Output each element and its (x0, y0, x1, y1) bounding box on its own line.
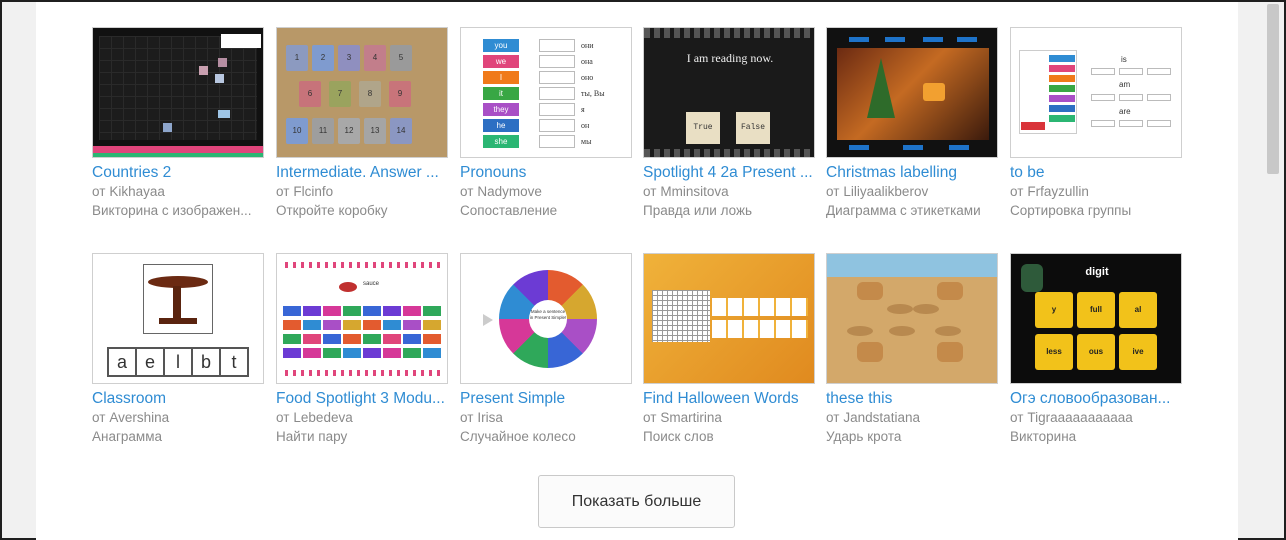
activity-author[interactable]: от Mminsitova (643, 182, 815, 201)
activity-author[interactable]: от Avershina (92, 408, 264, 427)
activity-thumbnail[interactable]: Make a sentence in Present Simple! (460, 253, 632, 384)
activity-card[interactable]: Make a sentence in Present Simple! Prese… (460, 253, 632, 446)
author-name[interactable]: Liliyaalikberov (843, 184, 928, 199)
activity-template-type: Откройте коробку (276, 203, 388, 218)
activity-template-type: Диаграмма с этикетками (826, 203, 981, 218)
activity-title-link[interactable]: to be (1010, 163, 1182, 182)
author-prefix: от (276, 410, 290, 425)
activity-card[interactable]: I am reading now. True False Spotlight 4… (643, 27, 815, 220)
activity-author[interactable]: от Smartirina (643, 408, 815, 427)
activity-title-link[interactable]: these this (826, 389, 998, 408)
activity-title-link[interactable]: Find Halloween Words (643, 389, 815, 408)
activity-author[interactable]: от Nadymove (460, 182, 632, 201)
activity-author[interactable]: от Tigraaaaaaaaaaa (1010, 408, 1182, 427)
show-more-button[interactable]: Показать больше (538, 475, 735, 528)
author-prefix: от (826, 184, 840, 199)
author-prefix: от (276, 184, 290, 199)
activity-card[interactable]: you we I it they he she они она оно ты, … (460, 27, 632, 220)
activity-thumbnail[interactable]: a e l b t (92, 253, 264, 384)
author-name[interactable]: Tigraaaaaaaaaaa (1027, 410, 1132, 425)
activity-thumbnail[interactable] (826, 27, 998, 158)
activity-template-type: Викторина (1010, 429, 1077, 444)
activity-thumbnail[interactable] (826, 253, 998, 384)
activity-template-type: Поиск слов (643, 429, 714, 444)
author-prefix: от (460, 410, 474, 425)
activity-thumbnail[interactable]: digit y full al less ous ive (1010, 253, 1182, 384)
author-prefix: от (643, 410, 657, 425)
activity-title-link[interactable]: Countries 2 (92, 163, 264, 182)
activity-thumbnail[interactable]: is am are (1010, 27, 1182, 158)
activity-author[interactable]: от Liliyaalikberov (826, 182, 998, 201)
scrollbar-thumb[interactable] (1267, 4, 1279, 174)
author-prefix: от (460, 184, 474, 199)
activity-card[interactable]: a e l b t Classroom от Avershina Анаграмм… (92, 253, 264, 446)
activity-template-type: Найти пару (276, 429, 348, 444)
activity-template-type: Случайное колесо (460, 429, 576, 444)
activity-template-type: Викторина с изображен... (92, 203, 252, 218)
activity-thumbnail[interactable] (643, 253, 815, 384)
activity-title-link[interactable]: Present Simple (460, 389, 632, 408)
activity-title-link[interactable]: Food Spotlight 3 Modu... (276, 389, 448, 408)
activity-title-link[interactable]: Pronouns (460, 163, 632, 182)
author-name[interactable]: Frfayzullin (1027, 184, 1089, 199)
author-name[interactable]: Lebedeva (293, 410, 352, 425)
activity-card[interactable]: 1 2 3 4 5 6 7 8 9 10 11 12 13 14 Interme… (276, 27, 448, 220)
author-name[interactable]: Kikhayaa (109, 184, 165, 199)
activity-thumbnail[interactable]: sauce (276, 253, 448, 384)
activity-card[interactable]: is am are to be от Frfayzullin Сортировка… (1010, 27, 1182, 220)
author-prefix: от (643, 184, 657, 199)
author-prefix: от (92, 410, 106, 425)
activity-title-link[interactable]: Christmas labelling (826, 163, 998, 182)
activity-author[interactable]: от Irisa (460, 408, 632, 427)
author-prefix: от (1010, 410, 1024, 425)
activity-card[interactable]: Countries 2 от Kikhayaa Викторина с изобр… (92, 27, 264, 220)
activity-author[interactable]: от Lebedeva (276, 408, 448, 427)
activity-title-link[interactable]: Spotlight 4 2a Present ... (643, 163, 815, 182)
browser-viewport: Countries 2 от Kikhayaa Викторина с изобр… (0, 0, 1286, 540)
author-name[interactable]: Jandstatiana (843, 410, 920, 425)
activity-template-type: Правда или ложь (643, 203, 753, 218)
activity-author[interactable]: от Frfayzullin (1010, 182, 1182, 201)
activity-title-link[interactable]: Огэ словообразован... (1010, 389, 1182, 408)
activity-template-type: Ударь крота (826, 429, 902, 444)
activity-author[interactable]: от Flcinfo (276, 182, 448, 201)
author-name[interactable]: Nadymove (477, 184, 542, 199)
author-name[interactable]: Irisa (477, 410, 503, 425)
activity-thumbnail[interactable]: 1 2 3 4 5 6 7 8 9 10 11 12 13 14 (276, 27, 448, 158)
author-name[interactable]: Avershina (109, 410, 169, 425)
vertical-scrollbar[interactable] (1264, 4, 1282, 538)
activity-gallery: Countries 2 от Kikhayaa Викторина с изобр… (36, 2, 1238, 540)
activity-author[interactable]: от Kikhayaa (92, 182, 264, 201)
author-prefix: от (826, 410, 840, 425)
activity-card[interactable]: Find Halloween Words от Smartirina Поиск … (643, 253, 815, 446)
activity-card[interactable]: sauce Food Spotlight 3 Modu... от Lebedev… (276, 253, 448, 446)
activity-title-link[interactable]: Classroom (92, 389, 264, 408)
activity-thumbnail[interactable] (92, 27, 264, 158)
author-prefix: от (92, 184, 106, 199)
activity-title-link[interactable]: Intermediate. Answer ... (276, 163, 448, 182)
author-name[interactable]: Smartirina (660, 410, 722, 425)
activity-author[interactable]: от Jandstatiana (826, 408, 998, 427)
activity-thumbnail[interactable]: you we I it they he she они она оно ты, … (460, 27, 632, 158)
activity-card[interactable]: digit y full al less ous ive Огэ словооб… (1010, 253, 1182, 446)
activity-template-type: Сопоставление (460, 203, 558, 218)
activity-template-type: Анаграмма (92, 429, 162, 444)
activity-template-type: Сортировка группы (1010, 203, 1132, 218)
author-name[interactable]: Mminsitova (660, 184, 728, 199)
activity-thumbnail[interactable]: I am reading now. True False (643, 27, 815, 158)
activity-card[interactable]: these this от Jandstatiana Ударь крота (826, 253, 998, 446)
author-prefix: от (1010, 184, 1024, 199)
author-name[interactable]: Flcinfo (293, 184, 333, 199)
activity-card[interactable]: Christmas labelling от Liliyaalikberov Ди… (826, 27, 998, 220)
